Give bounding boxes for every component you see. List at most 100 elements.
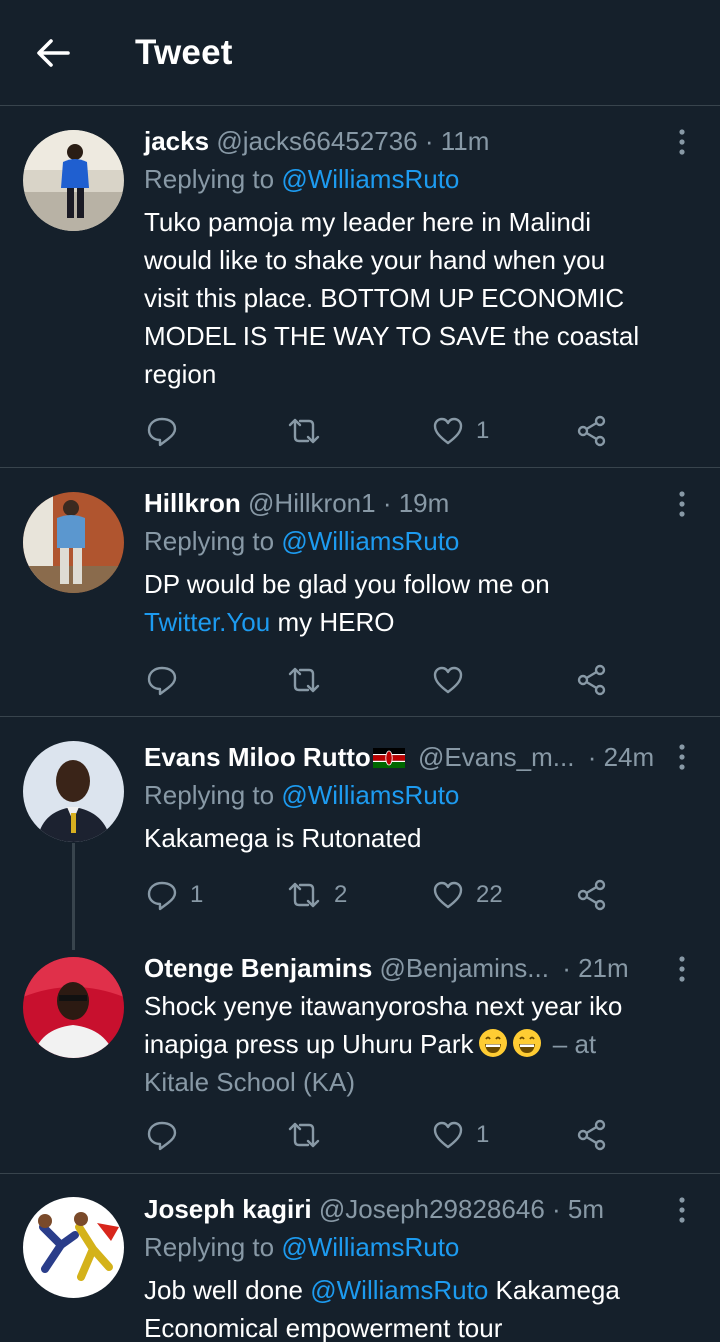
tweet-text-line: MODEL IS THE WAY TO SAVE the coastal — [144, 321, 640, 351]
tweet-header: Evans Miloo Rutto @Evans_m... · 24m — [144, 738, 680, 776]
tweet-actions: 1 — [146, 411, 616, 451]
tweet-text-line: Shock yenye itawanyorosha next year iko — [144, 991, 623, 1021]
heart-icon — [433, 881, 463, 909]
author-handle[interactable]: @Joseph29828646 — [319, 1194, 545, 1224]
tweet-text-line: Tuko pamoja my leader here in Malindi — [144, 207, 592, 237]
like-count: 1 — [476, 1121, 490, 1148]
tweet-item[interactable]: Otenge Benjamins @Benjamins... · 21m Sho… — [0, 947, 720, 1174]
timestamp[interactable]: · 5m — [552, 1194, 604, 1224]
author-name[interactable]: Joseph kagiri — [144, 1194, 312, 1224]
tweet-item[interactable]: Joseph kagiri @Joseph29828646 · 5m Reply… — [0, 1174, 720, 1342]
tweet-text-fragment: my HERO — [277, 607, 395, 637]
location-prefix: – at — [552, 1029, 597, 1059]
like-button[interactable]: 1 — [432, 1115, 489, 1155]
tweet-text-fragment: Job well done — [144, 1275, 303, 1305]
replying-to: Replying to @WilliamsRuto — [144, 522, 680, 560]
tweet-item[interactable]: jacks @jacks66452736 · 11m Replying to @… — [0, 106, 720, 468]
avatar[interactable] — [23, 130, 124, 231]
author-handle[interactable]: @Hillkron1 — [248, 488, 376, 518]
mention-link[interactable]: @WilliamsRuto — [310, 1275, 488, 1305]
tweet-header: Otenge Benjamins @Benjamins... · 21m — [144, 949, 680, 987]
replying-to: Replying to @WilliamsRuto — [144, 160, 680, 198]
grinning-emoji-icon — [478, 1029, 507, 1057]
like-button[interactable]: 1 — [432, 411, 489, 451]
retweet-button[interactable] — [286, 660, 322, 700]
like-button[interactable]: 22 — [432, 875, 503, 915]
reply-icon — [147, 1121, 177, 1151]
tweet-text: Kakamega is Rutonated — [144, 823, 422, 853]
like-button[interactable] — [432, 660, 464, 700]
mention-link[interactable]: @WilliamsRuto — [281, 1232, 459, 1262]
tweet-text-fragment: Kakamega — [495, 1275, 620, 1305]
tweet-header: jacks @jacks66452736 · 11m — [144, 122, 680, 160]
like-count: 22 — [476, 881, 503, 908]
mention-link[interactable]: @WilliamsRuto — [281, 780, 459, 810]
page-title: Tweet — [135, 33, 233, 72]
retweet-button[interactable]: 2 — [286, 875, 347, 915]
share-icon — [577, 1119, 606, 1151]
reply-button[interactable] — [146, 1115, 178, 1155]
timestamp[interactable]: · 19m — [383, 488, 449, 518]
avatar[interactable] — [23, 957, 124, 1058]
author-handle[interactable]: @Evans_m... — [418, 742, 574, 772]
reply-icon — [147, 666, 177, 696]
location-link[interactable]: Kitale School (KA) — [144, 1063, 680, 1101]
inline-link[interactable]: Twitter.You — [144, 607, 270, 637]
tweet-text: Shock yenye itawanyorosha next year iko … — [144, 987, 680, 1101]
retweet-icon — [288, 418, 320, 444]
arrow-left-icon[interactable] — [34, 34, 72, 72]
share-button[interactable] — [576, 875, 608, 915]
tweet-text-line: Job well done @WilliamsRuto Kakamega — [144, 1271, 680, 1309]
tweet-text-line: Twitter.You my HERO — [144, 603, 680, 641]
mention-link[interactable]: @WilliamsRuto — [281, 526, 459, 556]
tweet-header: Hillkron @Hillkron1 · 19m — [144, 484, 680, 522]
retweet-icon — [288, 882, 320, 908]
timestamp[interactable]: · 24m — [588, 742, 654, 772]
tweet-header: Joseph kagiri @Joseph29828646 · 5m — [144, 1190, 680, 1228]
timestamp[interactable]: · 11m — [425, 126, 490, 156]
tweet-text-line: region — [144, 359, 217, 389]
tweet-actions: 1 2 22 — [146, 875, 616, 915]
replying-label: Replying to — [144, 1232, 275, 1262]
retweet-button[interactable] — [286, 1115, 322, 1155]
avatar[interactable] — [23, 492, 124, 593]
heart-icon — [433, 417, 463, 445]
reply-button[interactable]: 1 — [146, 875, 203, 915]
tweet-item[interactable]: Evans Miloo Rutto @Evans_m... · 24m Repl… — [0, 717, 720, 947]
author-name[interactable]: Evans Miloo Rutto — [144, 742, 371, 772]
tweet-item[interactable]: Hillkron @Hillkron1 · 19m Replying to @W… — [0, 468, 720, 717]
like-count: 1 — [476, 417, 490, 444]
author-name[interactable]: Hillkron — [144, 488, 241, 518]
tweet-text-line: would like to shake your hand when you — [144, 245, 606, 275]
kenya-flag-icon — [372, 748, 405, 768]
reply-icon — [147, 881, 177, 911]
retweet-icon — [288, 1122, 320, 1148]
replying-label: Replying to — [144, 164, 275, 194]
author-name[interactable]: Otenge Benjamins — [144, 953, 372, 983]
share-button[interactable] — [576, 660, 608, 700]
author-name[interactable]: jacks — [144, 126, 209, 156]
tweet-text-line: DP would be glad you follow me on — [144, 569, 550, 599]
reply-count: 1 — [190, 881, 204, 908]
share-button[interactable] — [576, 1115, 608, 1155]
reply-button[interactable] — [146, 411, 178, 451]
reply-button[interactable] — [146, 660, 178, 700]
retweet-count: 2 — [334, 881, 348, 908]
avatar[interactable] — [23, 741, 124, 842]
tweet-actions — [146, 660, 616, 700]
author-handle[interactable]: @jacks66452736 — [216, 126, 417, 156]
mention-link[interactable]: @WilliamsRuto — [281, 164, 459, 194]
retweet-icon — [288, 667, 320, 693]
share-button[interactable] — [576, 411, 608, 451]
avatar[interactable] — [23, 1197, 124, 1298]
tweet-text-line: visit this place. BOTTOM UP ECONOMIC — [144, 283, 625, 313]
replying-to: Replying to @WilliamsRuto — [144, 776, 680, 814]
top-bar: Tweet — [0, 0, 720, 106]
share-icon — [577, 415, 606, 447]
retweet-button[interactable] — [286, 411, 322, 451]
timestamp[interactable]: · 21m — [562, 953, 628, 983]
author-handle[interactable]: @Benjamins... — [380, 953, 549, 983]
tweet-actions: 1 — [146, 1115, 616, 1155]
tweet-text-line: inapiga press up Uhuru Park – at — [144, 1025, 680, 1063]
grinning-emoji-icon — [512, 1029, 541, 1057]
